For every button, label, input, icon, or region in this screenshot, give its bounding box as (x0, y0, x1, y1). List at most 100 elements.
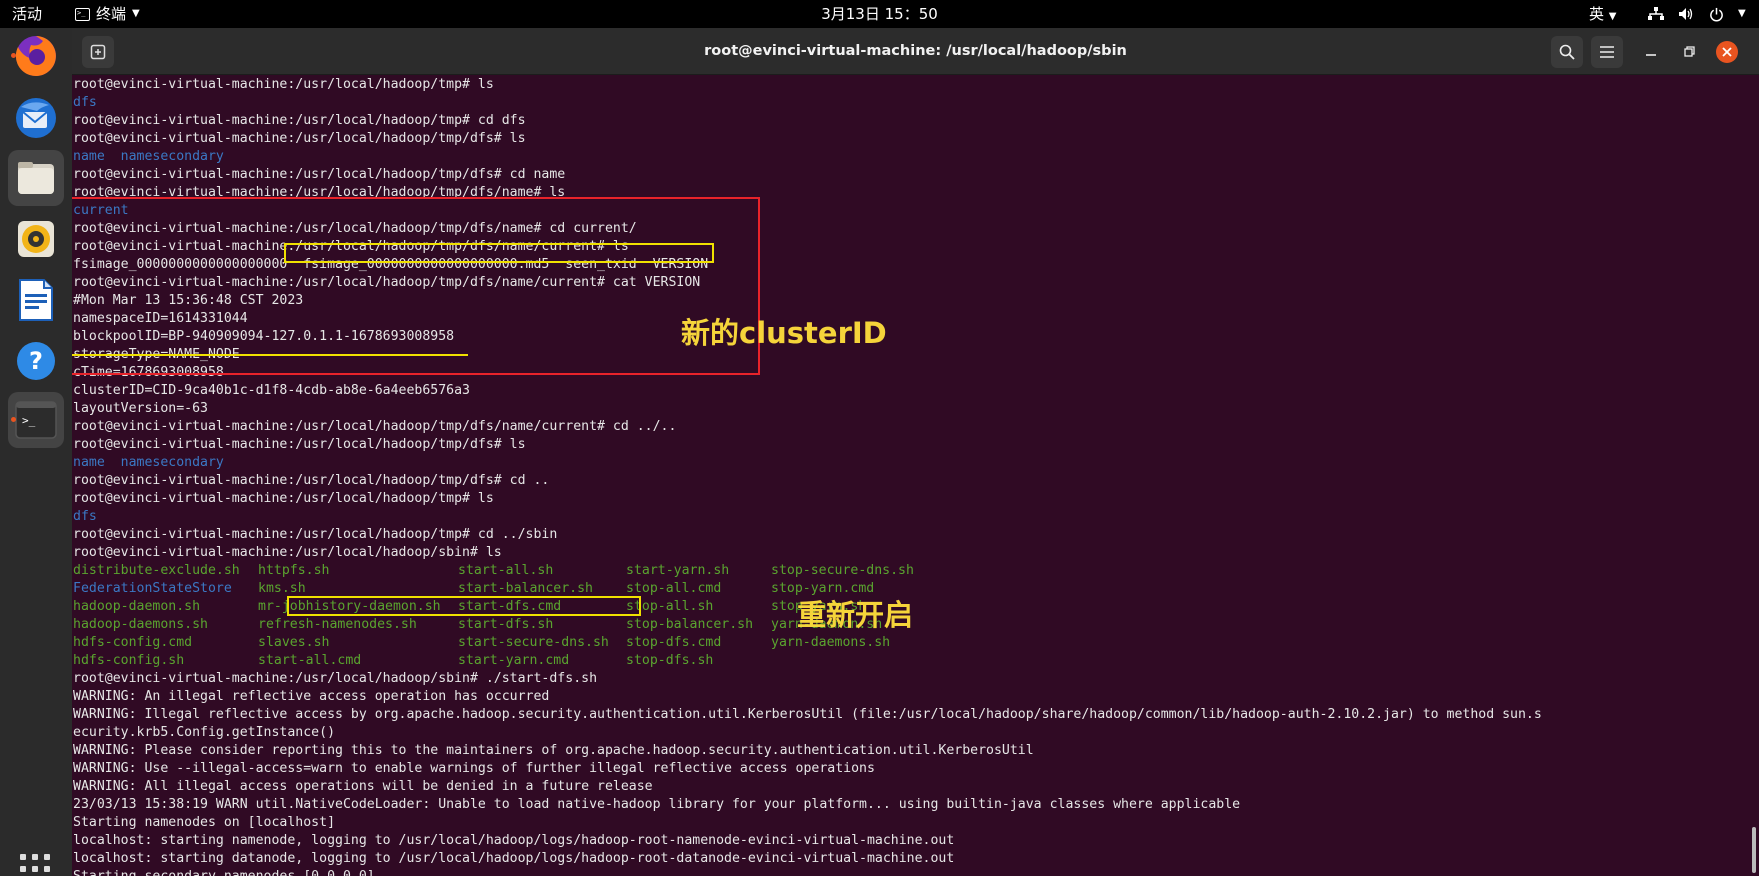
maximize-button[interactable] (1673, 36, 1705, 68)
restore-icon (1684, 46, 1695, 57)
terminal-output[interactable]: root@evinci-virtual-machine:/usr/local/h… (72, 75, 1759, 876)
dock-thunderbird[interactable] (8, 90, 64, 146)
ls-entry: start-all.cmd (258, 653, 362, 668)
terminal-line: dfs (73, 509, 97, 524)
terminal-line: WARNING: Use --illegal-access=warn to en… (73, 761, 875, 776)
libreoffice-writer-icon (19, 279, 53, 321)
annotation-restart: 重新开启 (797, 598, 914, 632)
ls-entry: distribute-exclude.sh (73, 563, 240, 578)
running-indicator (11, 53, 16, 58)
search-icon (1559, 44, 1575, 60)
ls-entry: hadoop-daemons.sh (73, 617, 208, 632)
app-menu-label: 终端 (96, 5, 127, 23)
terminal-line: Starting namenodes on [localhost] (73, 815, 336, 830)
terminal-line: Starting secondary namenodes [0.0.0.0] (73, 868, 1542, 876)
terminal-line: root@evinci-virtual-machine:/usr/local/h… (73, 113, 526, 128)
ls-entry: start-yarn.cmd (458, 653, 570, 668)
terminal-icon: >_ (15, 401, 57, 439)
close-icon (1716, 41, 1738, 63)
show-applications-button[interactable] (20, 854, 52, 876)
minimize-button[interactable] (1635, 36, 1667, 68)
clock[interactable]: 3月13日 15：50 (821, 5, 938, 23)
terminal-line: root@evinci-virtual-machine:/usr/local/h… (73, 545, 502, 560)
search-button[interactable] (1551, 36, 1583, 68)
ls-entry: FederationStateStore (73, 581, 232, 596)
window-title: root@evinci-virtual-machine: /usr/local/… (704, 43, 1127, 59)
ls-entry: stop-secure-dns.sh (771, 563, 914, 578)
ls-entry: hdfs-config.sh (73, 653, 185, 668)
terminal-line: localhost: starting datanode, logging to… (73, 851, 955, 866)
ls-output-row: hdfs-config.cmd slaves.sh start-secure-dns… (73, 634, 1542, 652)
files-icon (18, 162, 54, 194)
dock: ? >_ (0, 28, 72, 876)
ls-entry: stop-dfs.cmd (626, 635, 722, 650)
terminal-line: clusterID=CID-9ca40b1c-d1f8-4cdb-ab8e-6a… (73, 383, 470, 398)
terminal-line: root@evinci-virtual-machine:/usr/local/h… (73, 77, 494, 92)
dock-firefox[interactable] (8, 28, 64, 84)
system-tray[interactable]: ▼ (1648, 0, 1746, 28)
ls-output-row: hdfs-config.sh start-all.cmd start-yarn.cm… (73, 652, 1542, 670)
top-bar: 活动 >_ 终端 ▼ 3月13日 15：50 英 ▼ ▼ (0, 0, 1759, 28)
dock-files[interactable] (8, 150, 64, 206)
ls-entry: stop-dfs.sh (626, 653, 714, 668)
ls-entry: start-secure-dns.sh (458, 635, 609, 650)
ls-entry: refresh-namenodes.sh (258, 617, 417, 632)
dock-help[interactable]: ? (8, 333, 64, 389)
terminal-line: layoutVersion=-63 (73, 401, 208, 416)
terminal-line: localhost: starting namenode, logging to… (73, 833, 955, 848)
terminal-line: dfs (73, 95, 97, 110)
ls-entry: httpfs.sh (258, 563, 330, 578)
chevron-down-icon: ▼ (1738, 8, 1746, 19)
svg-text:?: ? (29, 347, 43, 375)
terminal-line: name namesecondary (73, 455, 224, 470)
volume-icon (1678, 6, 1694, 22)
rhythmbox-icon (18, 221, 54, 257)
terminal-line: root@evinci-virtual-machine:/usr/local/h… (73, 167, 566, 182)
ls-entry: slaves.sh (258, 635, 330, 650)
hamburger-menu-button[interactable] (1591, 36, 1623, 68)
terminal-line: WARNING: An illegal reflective access op… (73, 689, 550, 704)
running-indicator (11, 417, 16, 422)
close-button[interactable] (1711, 36, 1743, 68)
dock-rhythmbox[interactable] (8, 211, 64, 267)
terminal-line: root@evinci-virtual-machine:/usr/local/h… (73, 419, 677, 434)
yellow-highlight-cat-version (284, 243, 714, 263)
terminal-line: root@evinci-virtual-machine:/usr/local/h… (73, 527, 558, 542)
terminal-line: root@evinci-virtual-machine:/usr/local/h… (73, 437, 526, 452)
dock-terminal[interactable]: >_ (8, 392, 64, 448)
terminal-line: WARNING: Please consider reporting this … (73, 743, 1034, 758)
terminal-line: root@evinci-virtual-machine:/usr/local/h… (73, 131, 526, 146)
terminal-line: name namesecondary (73, 149, 224, 164)
terminal-line: ecurity.krb5.Config.getInstance() (73, 725, 336, 740)
red-highlight-box (72, 197, 760, 375)
terminal-line: root@evinci-virtual-machine:/usr/local/h… (73, 473, 550, 488)
svg-text:>_: >_ (22, 414, 36, 427)
activities-button[interactable]: 活动 (12, 0, 42, 28)
terminal-lines: root@evinci-virtual-machine:/usr/local/h… (73, 76, 1542, 876)
terminal-line: root@evinci-virtual-machine:/usr/local/h… (73, 671, 598, 686)
minimize-icon (1646, 54, 1656, 56)
ls-output-row: distribute-exclude.sh httpfs.sh start-all.… (73, 562, 1542, 580)
app-menu-terminal[interactable]: >_ 终端 ▼ (75, 0, 140, 28)
terminal-line: root@evinci-virtual-machine:/usr/local/h… (73, 491, 494, 506)
ime-label: 英 (1589, 5, 1605, 23)
yellow-highlight-start-dfs (287, 596, 641, 616)
yellow-underline-clusterid (72, 354, 468, 356)
network-icon (1648, 6, 1664, 22)
dock-libreoffice-writer[interactable] (8, 272, 64, 328)
terminal-line: 23/03/13 15:38:19 WARN util.NativeCodeLo… (73, 797, 1241, 812)
ls-entry: hdfs-config.cmd (73, 635, 193, 650)
terminal-line: WARNING: All illegal access operations w… (73, 779, 653, 794)
ls-entry: start-yarn.sh (626, 563, 730, 578)
ls-entry: yarn-daemons.sh (771, 635, 891, 650)
hamburger-icon (1600, 46, 1614, 58)
firefox-icon (15, 36, 56, 76)
terminal-line: WARNING: Illegal reflective access by or… (73, 707, 1542, 722)
input-method-indicator[interactable]: 英 ▼ (1589, 0, 1617, 28)
ls-entry: start-all.sh (458, 563, 554, 578)
annotation-new-cluster-id: 新的clusterID (681, 316, 887, 350)
terminal-app-icon: >_ (75, 7, 90, 21)
power-icon (1708, 6, 1724, 22)
ls-entry: hadoop-daemon.sh (73, 599, 201, 614)
scrollbar-thumb[interactable] (1752, 827, 1756, 873)
